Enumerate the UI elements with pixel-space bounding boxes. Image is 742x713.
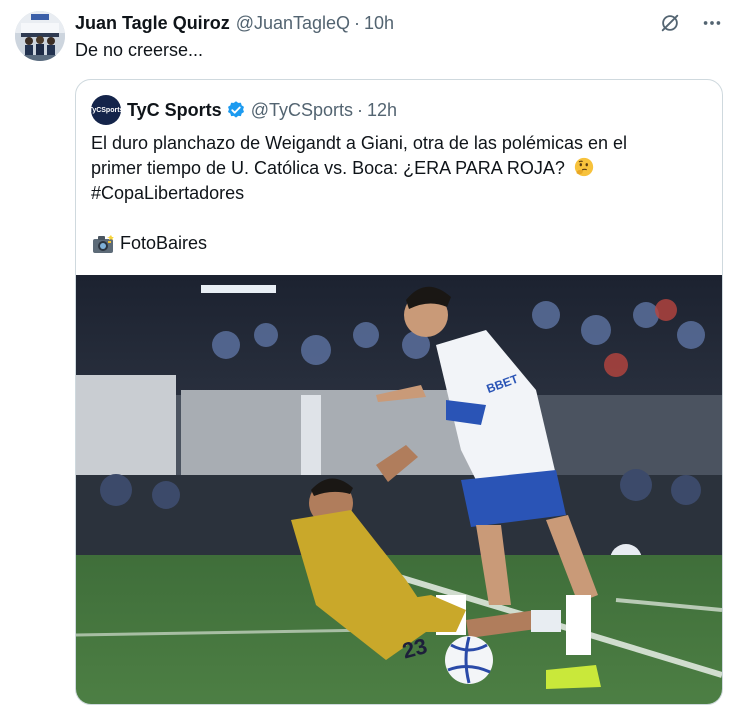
quoted-text-line-1: El duro planchazo de Weigandt a Giani, o… bbox=[91, 133, 627, 153]
tweet-timestamp[interactable]: 10h bbox=[364, 13, 394, 34]
tweet-header-actions bbox=[658, 10, 724, 36]
grok-slash-icon bbox=[661, 14, 679, 32]
photo-credit-text: FotoBaires bbox=[120, 233, 208, 253]
quoted-hashtag[interactable]: #CopaLibertadores bbox=[91, 181, 711, 206]
quoted-timestamp[interactable]: 12h bbox=[367, 100, 397, 121]
camera-emoji-icon bbox=[93, 234, 114, 253]
quoted-header-separator: · bbox=[356, 99, 363, 120]
grok-button[interactable] bbox=[658, 11, 682, 35]
tweet-text: De no creerse... bbox=[75, 40, 204, 60]
more-horizontal-icon bbox=[703, 21, 721, 25]
quoted-tweet-header: TyCSports TyC Sports @TyCSports · 12h bbox=[88, 95, 397, 125]
author-name[interactable]: Juan Tagle Quiroz bbox=[75, 13, 230, 34]
header-separator: · bbox=[354, 12, 361, 33]
photo-credit: FotoBaires bbox=[91, 231, 207, 256]
quoted-author-name[interactable]: TyC Sports bbox=[127, 100, 222, 121]
quoted-tweet-photo[interactable]: 23 BBET bbox=[76, 275, 722, 704]
quoted-author-handle[interactable]: @TyCSports bbox=[251, 100, 353, 121]
avatar-image bbox=[15, 11, 65, 61]
tweet-header: Juan Tagle Quiroz @JuanTagleQ · 10h bbox=[75, 10, 394, 36]
match-photo-illustration: 23 BBET bbox=[76, 275, 722, 704]
quoted-text-line-2: primer tiempo de U. Católica vs. Boca: ¿… bbox=[91, 158, 565, 178]
thinking-face-emoji-icon bbox=[574, 157, 594, 177]
author-avatar[interactable] bbox=[15, 11, 65, 61]
quoted-text-line-2-wrap: primer tiempo de U. Católica vs. Boca: ¿… bbox=[91, 156, 711, 181]
quoted-tweet-text: El duro planchazo de Weigandt a Giani, o… bbox=[91, 131, 711, 206]
author-handle[interactable]: @JuanTagleQ bbox=[236, 13, 350, 34]
more-button[interactable] bbox=[700, 11, 724, 35]
quoted-author-avatar[interactable]: TyCSports bbox=[88, 95, 124, 125]
quoted-tweet-card[interactable]: TyCSports TyC Sports @TyCSports · 12h El… bbox=[75, 79, 723, 705]
verified-badge-icon bbox=[226, 100, 246, 120]
quoted-avatar-text: TyCSports bbox=[88, 106, 124, 114]
